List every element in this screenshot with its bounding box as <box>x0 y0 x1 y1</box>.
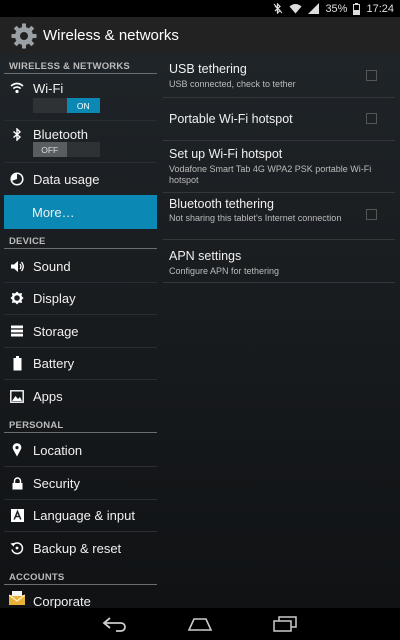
brightness-icon <box>9 290 25 306</box>
battery-icon <box>353 2 361 15</box>
section-header-device: DEVICE <box>0 231 157 249</box>
wifi-icon <box>9 80 25 96</box>
tethering-panel: USB tethering USB connected, check to te… <box>163 54 395 608</box>
wifi-toggle[interactable]: ON <box>33 98 100 113</box>
location-pin-icon <box>9 442 25 458</box>
sidebar-item-label: Language & input <box>33 507 135 523</box>
keyboard-letter-icon <box>9 507 25 523</box>
sidebar-item-label: Bluetooth <box>33 126 88 142</box>
bluetooth-toggle[interactable]: OFF <box>33 142 100 157</box>
cell-signal-icon <box>308 3 320 14</box>
sidebar-item-storage[interactable]: Storage <box>4 316 157 346</box>
sidebar-item-label: More… <box>32 204 75 220</box>
action-bar: Wireless & networks <box>0 17 400 54</box>
status-bar: 35% 17:24 <box>0 0 400 17</box>
settings-sidebar: WIRELESS & NETWORKS Wi-Fi ON Bluetooth O… <box>0 54 157 608</box>
wifi-signal-icon <box>289 3 302 14</box>
wifi-toggle-state: ON <box>66 98 100 113</box>
sidebar-item-label: Security <box>33 475 80 491</box>
navigation-bar <box>0 608 400 640</box>
speaker-icon <box>9 258 25 274</box>
section-header-wireless: WIRELESS & NETWORKS <box>0 56 157 74</box>
section-header-accounts: ACCOUNTS <box>0 567 157 585</box>
sidebar-item-data-usage[interactable]: Data usage <box>4 166 157 192</box>
setting-title: USB tethering <box>169 62 247 76</box>
sidebar-item-battery[interactable]: Battery <box>4 348 157 378</box>
sidebar-item-more[interactable]: More… <box>4 195 157 229</box>
sidebar-item-location[interactable]: Location <box>4 435 157 465</box>
sidebar-item-backup[interactable]: Backup & reset <box>4 533 157 563</box>
sidebar-item-label: Apps <box>33 388 63 404</box>
setting-summary: USB connected, check to tether <box>169 79 296 89</box>
page-title: Wireless & networks <box>43 27 179 44</box>
email-envelope-icon <box>9 590 25 606</box>
backup-restore-icon <box>9 540 25 556</box>
sidebar-item-security[interactable]: Security <box>4 468 157 498</box>
setting-bluetooth-tethering[interactable]: Bluetooth tethering Not sharing this tab… <box>163 193 395 239</box>
sidebar-item-label: Battery <box>33 355 75 371</box>
sidebar-item-label: Wi-Fi <box>33 80 64 96</box>
setting-title: Set up Wi-Fi hotspot <box>169 147 283 161</box>
sidebar-item-label: Data usage <box>33 171 100 187</box>
lock-icon <box>9 475 25 491</box>
recent-apps-button[interactable] <box>270 612 300 636</box>
battery-percent: 35% <box>325 2 348 15</box>
sidebar-item-label: Sound <box>33 258 71 274</box>
setting-summary: Vodafone Smart Tab 4G WPA2 PSK portable … <box>169 164 372 185</box>
setting-summary: Configure APN for tethering <box>169 266 280 276</box>
sidebar-item-bluetooth[interactable]: Bluetooth <box>4 124 157 144</box>
battery-icon <box>9 355 25 371</box>
bluetooth-icon <box>9 126 25 142</box>
setting-title: APN settings <box>169 249 242 263</box>
clock: 17:24 <box>366 2 394 15</box>
settings-gear-icon[interactable] <box>10 22 38 50</box>
sidebar-item-label: Display <box>33 290 76 306</box>
bluetooth-tethering-checkbox[interactable] <box>366 209 377 220</box>
back-button[interactable] <box>100 612 130 636</box>
sidebar-item-label: Backup & reset <box>33 540 122 556</box>
usb-tethering-checkbox[interactable] <box>366 70 377 81</box>
setting-title: Portable Wi-Fi hotspot <box>169 112 293 126</box>
setting-portable-hotspot[interactable]: Portable Wi-Fi hotspot <box>163 98 395 140</box>
home-button[interactable] <box>185 612 215 636</box>
data-usage-icon <box>9 171 25 187</box>
sidebar-item-language[interactable]: Language & input <box>4 500 157 530</box>
portable-hotspot-checkbox[interactable] <box>366 113 377 124</box>
sidebar-item-corporate[interactable]: Corporate <box>4 588 157 608</box>
apps-image-icon <box>9 388 25 404</box>
settings-content: WIRELESS & NETWORKS Wi-Fi ON Bluetooth O… <box>0 54 400 608</box>
section-header-personal: PERSONAL <box>0 415 157 433</box>
setting-summary: Not sharing this tablet's Internet conne… <box>169 213 342 223</box>
storage-icon <box>9 323 25 339</box>
sidebar-item-sound[interactable]: Sound <box>4 251 157 281</box>
sidebar-item-label: Location <box>33 442 83 458</box>
setting-title: Bluetooth tethering <box>169 197 274 211</box>
sidebar-item-display[interactable]: Display <box>4 283 157 313</box>
setting-setup-hotspot[interactable]: Set up Wi-Fi hotspot Vodafone Smart Tab … <box>163 141 395 191</box>
sidebar-item-apps[interactable]: Apps <box>4 381 157 411</box>
sidebar-item-label: Storage <box>33 323 79 339</box>
bluetooth-muted-icon <box>273 3 283 14</box>
bluetooth-toggle-state: OFF <box>33 142 67 157</box>
setting-apn[interactable]: APN settings Configure APN for tethering <box>163 240 395 282</box>
setting-usb-tethering[interactable]: USB tethering USB connected, check to te… <box>163 54 395 97</box>
sidebar-item-wifi[interactable]: Wi-Fi <box>4 78 157 98</box>
sidebar-item-label: Corporate <box>33 593 91 609</box>
